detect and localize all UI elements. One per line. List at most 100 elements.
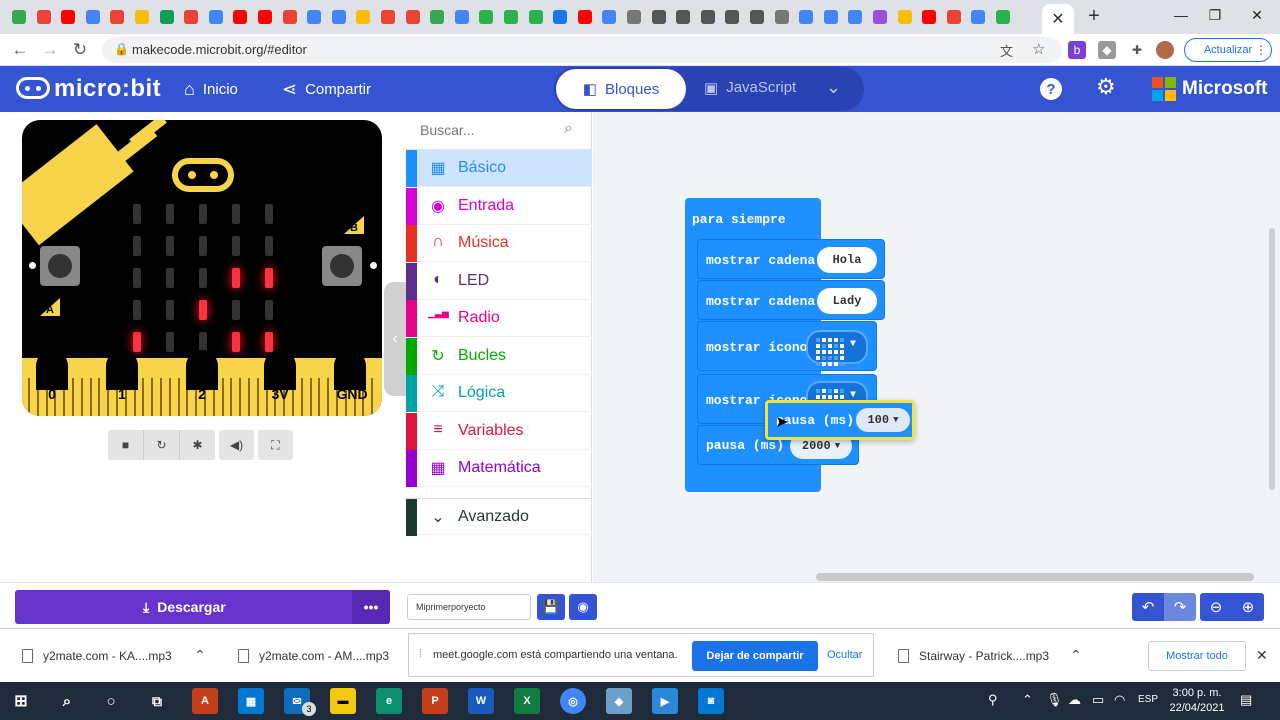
vertical-scrollbar[interactable]	[1269, 228, 1275, 490]
help-icon[interactable]: ?	[1040, 78, 1062, 100]
category-4[interactable]: ▁▃▅ Radio	[406, 300, 592, 337]
browser-tab[interactable]	[869, 6, 891, 28]
browser-tab[interactable]	[525, 6, 547, 28]
redo-icon[interactable]: ↷	[1164, 593, 1196, 621]
search-icon[interactable]: ⌕	[54, 688, 80, 714]
category-2[interactable]: ∩ Música	[406, 225, 592, 262]
notifications-icon[interactable]: ▤	[1240, 692, 1252, 708]
browser-tab[interactable]	[672, 6, 694, 28]
browser-tab[interactable]	[426, 6, 448, 28]
browser-tab[interactable]	[279, 6, 301, 28]
browser-tab[interactable]	[795, 6, 817, 28]
browser-tab[interactable]	[844, 6, 866, 28]
profile-avatar[interactable]	[1156, 41, 1174, 59]
browser-tab[interactable]	[57, 6, 79, 28]
cortana-icon[interactable]: ○	[98, 688, 124, 714]
browser-tab[interactable]	[820, 6, 842, 28]
minimize-icon[interactable]: —	[1166, 4, 1196, 26]
browser-tab[interactable]	[623, 6, 645, 28]
download-item[interactable]: y2mate.com - AM....mp3	[238, 649, 389, 663]
debug-icon[interactable]: ✱	[180, 430, 215, 460]
file-explorer-icon[interactable]: ▬	[330, 688, 356, 714]
new-tab-icon[interactable]: +	[1082, 4, 1106, 28]
browser-tab[interactable]	[943, 6, 965, 28]
app-icon[interactable]: ◆	[606, 688, 632, 714]
restart-icon[interactable]: ↻	[144, 430, 179, 460]
browser-tab[interactable]	[180, 6, 202, 28]
zoom-in-icon[interactable]: ⊕	[1232, 593, 1264, 621]
star-icon[interactable]: ☆	[1032, 40, 1045, 58]
active-tab[interactable]: ✕	[1042, 4, 1074, 34]
search-icon[interactable]: ⌕	[564, 120, 573, 138]
browser-tab[interactable]	[598, 6, 620, 28]
browser-tab[interactable]	[967, 6, 989, 28]
windows-start-icon[interactable]: ⊞	[8, 688, 34, 714]
horizontal-scrollbar[interactable]	[816, 573, 1254, 581]
category-6[interactable]: ⤨ Lógica	[406, 375, 592, 412]
browser-tab[interactable]	[549, 6, 571, 28]
stop-sharing-button[interactable]: Dejar de compartir	[692, 641, 818, 671]
category-7[interactable]: ≡ Variables	[406, 412, 592, 450]
stop-icon[interactable]: ■	[108, 430, 143, 460]
category-3[interactable]: ◐ LED	[406, 262, 592, 300]
reload-icon[interactable]: ↻	[68, 38, 92, 62]
pin-1[interactable]	[106, 350, 138, 390]
pin-3v[interactable]	[264, 350, 296, 390]
browser-tab[interactable]	[8, 6, 30, 28]
address-bar[interactable]: 🔒 makecode.microbit.org/#editor 文 ☆	[102, 37, 1062, 63]
maximize-icon[interactable]: ❐	[1200, 4, 1230, 26]
zoom-out-icon[interactable]: ⊖	[1200, 593, 1232, 621]
category-advanced[interactable]: ⌄ Avanzado	[406, 498, 592, 536]
button-b[interactable]	[322, 246, 362, 286]
browser-tab[interactable]	[303, 6, 325, 28]
browser-tab[interactable]	[229, 6, 251, 28]
pin-gnd[interactable]	[334, 350, 366, 390]
category-8[interactable]: ▦ Matemática	[406, 450, 592, 487]
show-all-button[interactable]: Mostrar todo	[1148, 641, 1246, 671]
browser-tab[interactable]	[894, 6, 916, 28]
pin-2[interactable]	[186, 350, 218, 390]
browser-tab[interactable]	[918, 6, 940, 28]
browser-tab[interactable]	[721, 6, 743, 28]
browser-tab[interactable]	[697, 6, 719, 28]
browser-tab[interactable]	[352, 6, 374, 28]
language-indicator[interactable]: ESP	[1138, 694, 1158, 705]
browser-tab[interactable]	[156, 6, 178, 28]
pin-0[interactable]	[36, 350, 68, 390]
translate-icon[interactable]: 文	[1000, 41, 1013, 60]
browser-tab[interactable]	[746, 6, 768, 28]
browser-tab[interactable]	[648, 6, 670, 28]
browser-tab[interactable]	[33, 6, 55, 28]
excel-icon[interactable]: X	[514, 688, 540, 714]
gear-icon[interactable]: ⚙	[1096, 74, 1116, 100]
close-tab-icon[interactable]: ✕	[1051, 9, 1064, 29]
close-icon[interactable]: ✕	[1256, 647, 1268, 664]
home-button[interactable]: ⌂ Inicio	[184, 79, 238, 100]
show-string-block[interactable]: mostrar cadena Lady	[697, 280, 885, 320]
download-button[interactable]: ⤓ Descargar •••	[15, 590, 390, 624]
browser-tab[interactable]	[574, 6, 596, 28]
button-a[interactable]	[40, 246, 80, 286]
browser-tab[interactable]	[82, 6, 104, 28]
powerpoint-icon[interactable]: P	[422, 688, 448, 714]
word-icon[interactable]: W	[468, 688, 494, 714]
show-string-block[interactable]: mostrar cadena Hola	[697, 239, 885, 279]
fullscreen-icon[interactable]: ⛶	[258, 430, 293, 460]
github-icon[interactable]: ◉	[569, 594, 597, 620]
browser-tab[interactable]	[377, 6, 399, 28]
pause-value[interactable]: 100 ▼	[856, 408, 910, 432]
download-item[interactable]: Stairway - Patrick....mp3	[898, 649, 1049, 663]
string-value[interactable]: Hola	[817, 247, 877, 273]
category-5[interactable]: ↻ Bucles	[406, 337, 592, 375]
undo-icon[interactable]: ↶	[1132, 593, 1164, 621]
microphone-icon[interactable]: 🎙	[1046, 692, 1063, 708]
onedrive-icon[interactable]: ☁	[1068, 692, 1081, 708]
browser-tab[interactable]	[500, 6, 522, 28]
browser-tab[interactable]	[205, 6, 227, 28]
browser-tab[interactable]	[106, 6, 128, 28]
menu-dots-icon[interactable]: ⋮	[1252, 41, 1270, 59]
browser-tab[interactable]	[254, 6, 276, 28]
microbit-logo[interactable]: micro:bit	[16, 75, 161, 103]
drag-handle-icon[interactable]: ⁞	[419, 648, 422, 660]
browser-tab[interactable]	[402, 6, 424, 28]
